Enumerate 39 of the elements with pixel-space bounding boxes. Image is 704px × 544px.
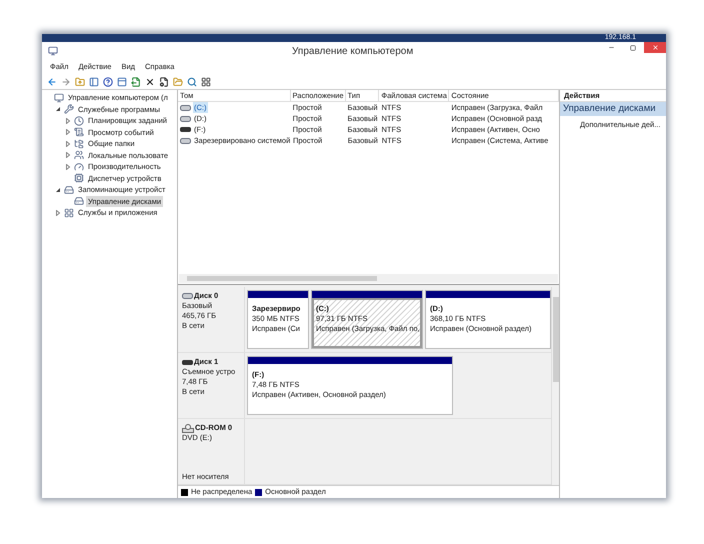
back-icon[interactable] bbox=[46, 76, 57, 87]
window-title: Управление компьютером bbox=[292, 44, 414, 58]
vertical-scrollbar[interactable] bbox=[551, 287, 559, 485]
tree-node-icon bbox=[64, 104, 74, 114]
tree-node-icon bbox=[74, 173, 84, 184]
drive-icon bbox=[180, 104, 191, 110]
expander-icon[interactable] bbox=[54, 106, 60, 112]
expander-icon[interactable] bbox=[54, 186, 60, 193]
folder-up-icon[interactable] bbox=[74, 76, 85, 87]
maximize-icon bbox=[630, 44, 636, 50]
app-icon bbox=[48, 46, 58, 56]
tree-node-icon bbox=[74, 150, 84, 160]
forward-icon[interactable] bbox=[60, 76, 71, 87]
panel-icon[interactable] bbox=[88, 76, 99, 87]
tree-node-icon bbox=[74, 196, 84, 206]
drive-icon bbox=[182, 360, 193, 364]
help-icon[interactable] bbox=[102, 76, 113, 87]
drive-icon bbox=[180, 138, 191, 144]
drive-icon bbox=[180, 116, 191, 122]
panel-icon[interactable] bbox=[116, 76, 127, 87]
properties-icon[interactable] bbox=[158, 76, 169, 87]
tree-node-icon bbox=[74, 116, 84, 126]
disc-drive-icon bbox=[182, 424, 194, 432]
delete-icon[interactable] bbox=[144, 76, 155, 87]
tree-node-icon bbox=[74, 127, 84, 138]
tree-node-icon bbox=[64, 208, 74, 218]
grid-icon[interactable] bbox=[200, 76, 211, 87]
horizontal-scrollbar[interactable] bbox=[179, 274, 558, 283]
tree-node-icon bbox=[54, 92, 64, 103]
minimize-icon bbox=[608, 44, 614, 51]
tree-node-icon bbox=[74, 138, 84, 149]
actions-section[interactable]: Управление дисками bbox=[560, 102, 666, 116]
export-icon[interactable] bbox=[130, 76, 141, 87]
drive-icon bbox=[180, 127, 191, 132]
drive-icon bbox=[182, 293, 193, 299]
search-icon[interactable] bbox=[186, 76, 197, 87]
close-icon bbox=[652, 44, 658, 51]
tree-node-icon bbox=[74, 162, 84, 172]
tree-node-icon bbox=[64, 184, 74, 195]
